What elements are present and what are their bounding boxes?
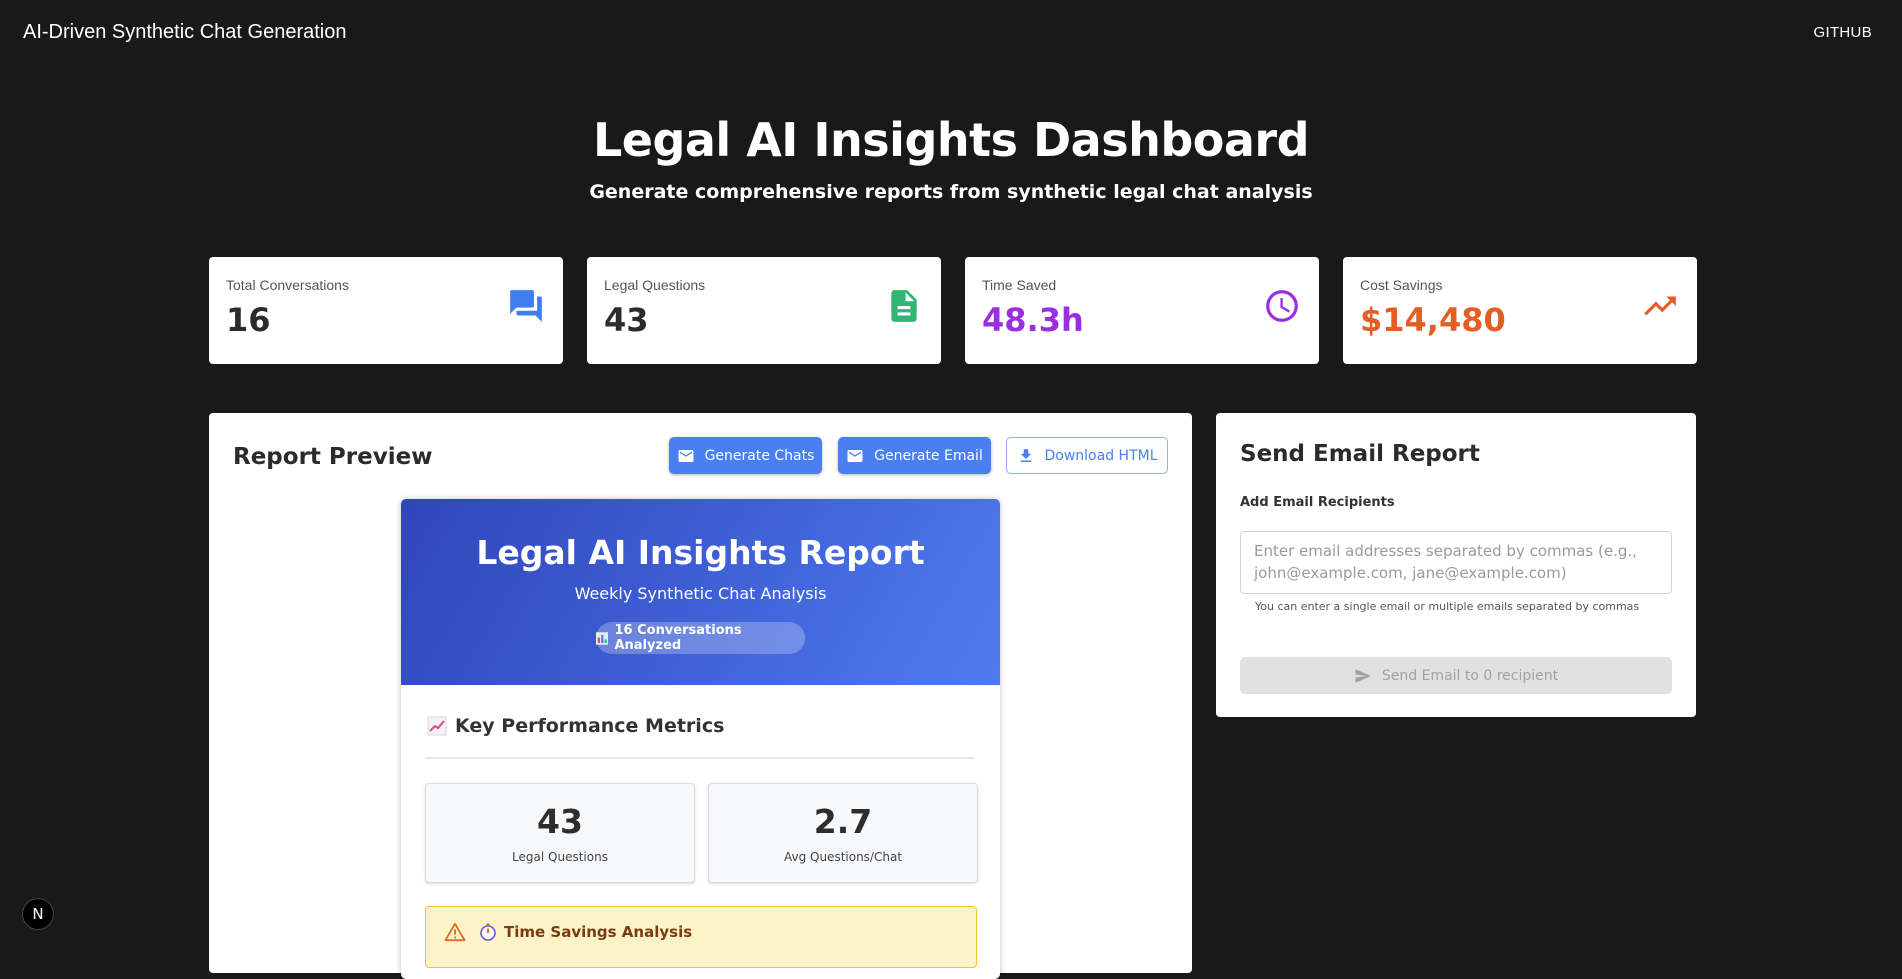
metric-label: Legal Questions xyxy=(512,850,608,864)
stat-value: $14,480 xyxy=(1360,301,1506,339)
stat-value: 48.3h xyxy=(982,301,1084,339)
chart-up-icon xyxy=(427,716,447,736)
conversations-badge: 16 Conversations Analyzed xyxy=(596,622,805,654)
stat-card-cost-savings: Cost Savings $14,480 xyxy=(1343,257,1697,364)
chat-bubbles-icon xyxy=(510,290,542,322)
page-title: Legal AI Insights Dashboard xyxy=(592,113,1310,167)
generate-chats-button[interactable]: Generate Chats xyxy=(669,437,822,474)
stat-card-legal-questions: Legal Questions 43 xyxy=(587,257,941,364)
app-title: AI-Driven Synthetic Chat Generation xyxy=(23,21,347,43)
generate-email-label: Generate Email xyxy=(874,447,983,464)
metric-value: 43 xyxy=(537,802,583,841)
generate-chats-label: Generate Chats xyxy=(704,447,815,464)
email-recipients-input[interactable] xyxy=(1240,531,1672,594)
download-icon xyxy=(1020,448,1031,462)
stat-card-time-saved: Time Saved 48.3h xyxy=(965,257,1319,364)
time-savings-alert: Time Savings Analysis xyxy=(425,906,977,968)
page-subtitle: Generate comprehensive reports from synt… xyxy=(589,181,1313,203)
download-html-button[interactable]: Download HTML xyxy=(1006,437,1168,474)
report-subtitle: Weekly Synthetic Chat Analysis xyxy=(574,584,827,603)
section-divider xyxy=(425,757,975,759)
nextjs-badge[interactable]: N xyxy=(22,898,54,930)
stat-value: 16 xyxy=(226,301,271,339)
send-email-label: Send Email to 0 recipient xyxy=(1381,667,1559,684)
stat-label: Cost Savings xyxy=(1360,277,1443,293)
stat-label: Total Conversations xyxy=(226,277,349,293)
metric-card-legal-questions: 43 Legal Questions xyxy=(425,783,695,883)
mail-icon xyxy=(847,449,863,462)
document-icon xyxy=(891,290,917,322)
generate-email-button[interactable]: Generate Email xyxy=(838,437,991,474)
clock-icon xyxy=(1266,290,1298,322)
report-preview-panel: Report Preview Generate Chats Generate E… xyxy=(209,413,1192,979)
top-bar: AI-Driven Synthetic Chat Generation GITH… xyxy=(0,0,1902,66)
stat-card-total-conversations: Total Conversations 16 xyxy=(209,257,563,364)
download-html-label: Download HTML xyxy=(1044,447,1158,464)
mail-icon xyxy=(678,449,694,462)
stopwatch-icon xyxy=(480,923,496,941)
metric-card-avg-questions: 2.7 Avg Questions/Chat xyxy=(708,783,978,883)
key-metrics-label: Key Performance Metrics xyxy=(455,715,725,737)
metric-label: Avg Questions/Chat xyxy=(783,850,903,864)
report-title: Legal AI Insights Report xyxy=(476,533,925,572)
trending-up-icon xyxy=(1644,296,1676,316)
warning-icon xyxy=(444,922,466,942)
send-icon xyxy=(1355,668,1372,683)
stat-label: Time Saved xyxy=(982,277,1057,293)
conversations-badge-label: 16 Conversations Analyzed xyxy=(614,623,742,653)
report-header: Legal AI Insights Report Weekly Syntheti… xyxy=(401,499,1000,685)
key-metrics-heading: Key Performance Metrics xyxy=(427,715,724,737)
recipients-label: Add Email Recipients xyxy=(1240,495,1395,510)
stat-value: 43 xyxy=(604,301,649,339)
email-helper-text: You can enter a single email or multiple… xyxy=(1255,600,1640,613)
report-document: Legal AI Insights Report Weekly Syntheti… xyxy=(401,499,1000,979)
send-email-panel: Send Email Report Add Email Recipients Y… xyxy=(1216,413,1696,717)
report-preview-title: Report Preview xyxy=(233,444,433,470)
metric-value: 2.7 xyxy=(813,802,873,841)
send-email-button[interactable]: Send Email to 0 recipient xyxy=(1240,657,1672,694)
send-email-title: Send Email Report xyxy=(1240,441,1480,467)
time-savings-label: Time Savings Analysis xyxy=(504,923,693,941)
stat-label: Legal Questions xyxy=(604,277,706,293)
bar-chart-icon xyxy=(596,631,609,645)
github-link[interactable]: GITHUB xyxy=(1814,24,1872,41)
